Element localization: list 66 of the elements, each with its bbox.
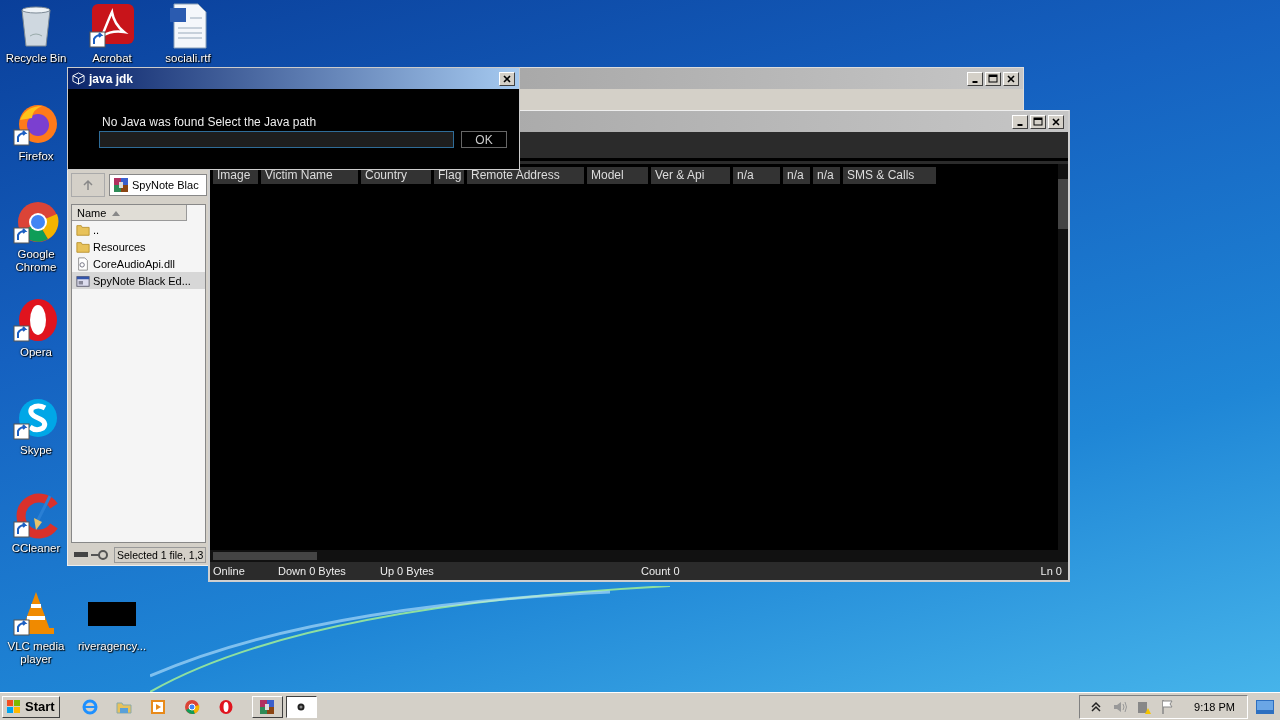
task-button[interactable] [285,695,317,718]
file-item[interactable]: CoreAudioApi.dll [72,255,205,272]
icon-label[interactable]: Recycle Bin [5,52,67,65]
column-header[interactable]: SMS & Calls [843,167,936,184]
up-arrow-icon [82,179,94,191]
status-text: Selected 1 file, 1,3 [114,547,207,563]
close-button[interactable] [1003,71,1019,86]
column-header[interactable]: n/a [813,167,840,184]
path-field[interactable] [99,131,454,148]
archive-icon [259,698,276,715]
folder-icon [76,239,90,254]
icon-label[interactable]: CCleaner [11,542,61,555]
maximize-icon [1033,116,1043,127]
maximize-button[interactable] [1030,114,1046,129]
status-text: Up 0 Bytes [380,565,435,577]
media-player-icon[interactable] [149,698,166,715]
minimize-icon [1017,123,1023,126]
icon-label[interactable]: Acrobat [92,52,132,65]
vertical-scrollbar[interactable] [1058,164,1068,550]
message-text: No Java was found Select the Java path [102,115,318,129]
file-item[interactable]: .. [72,221,205,238]
column-header[interactable]: Name [72,205,187,221]
drive-icon [71,547,111,563]
status-text: Down 0 Bytes [278,565,347,577]
minimize-button[interactable] [1012,114,1028,129]
column-header[interactable]: n/a [783,167,810,184]
maximize-icon [988,73,998,84]
folder-icon [76,222,90,237]
column-header[interactable]: Model [587,167,648,184]
icon-label[interactable]: riveragency... [77,640,147,653]
icon-label[interactable]: Opera [20,346,52,359]
column-header[interactable]: n/a [733,167,780,184]
close-icon [1006,73,1016,84]
ok-button[interactable]: OK [461,131,507,148]
file-item[interactable]: Resources [72,238,205,255]
start-button[interactable]: Start [2,695,60,718]
application-icon [76,273,90,288]
sort-arrow-icon [112,209,121,216]
status-text: Online [213,565,246,577]
minimize-icon [972,80,978,83]
column-header[interactable]: Ver & Api [651,167,730,184]
archive-icon [113,177,129,193]
minimize-button[interactable] [967,71,983,86]
icon-label[interactable]: sociali.rtf [165,52,211,65]
cube-icon [72,72,85,85]
close-button[interactable] [1048,114,1064,129]
close-button[interactable] [499,71,515,86]
close-icon [1051,116,1061,127]
windows-logo-icon [5,698,23,715]
window-title: java jdk [89,71,134,86]
clock-text[interactable]: 9:18 PM [1194,700,1235,713]
file-item[interactable]: SpyNote Black Ed... [72,272,205,289]
icon-label[interactable]: Skype [20,444,52,457]
opera-icon[interactable] [217,698,234,715]
status-text: Count 0 [641,565,681,577]
address-field[interactable]: SpyNote Blac [109,174,207,196]
maximize-button[interactable] [985,71,1001,86]
horizontal-scrollbar[interactable] [210,550,1068,562]
file-icon [76,256,90,271]
close-icon [502,73,512,84]
icon-label[interactable]: Google Chrome [5,248,67,274]
chrome-icon[interactable] [183,698,200,715]
show-desktop-icon[interactable] [1256,699,1274,714]
status-text: Ln 0 [1040,565,1062,577]
icon-label[interactable]: Firefox [18,150,54,163]
icon-label[interactable]: VLC media player [5,640,67,666]
